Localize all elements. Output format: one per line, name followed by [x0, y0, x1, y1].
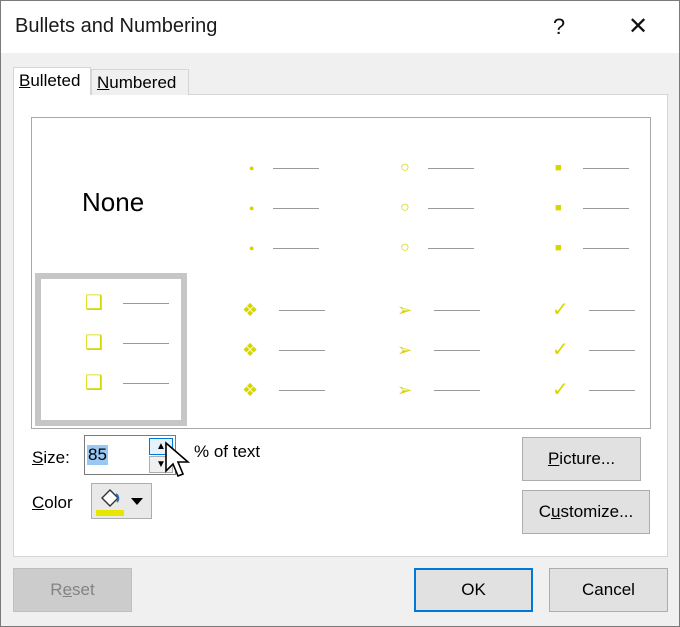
square-icon: ■	[555, 162, 562, 174]
bullet-preview-row: ➢	[392, 300, 542, 320]
bullet-style-square[interactable]: ■ ■ ■	[547, 138, 680, 288]
bullet-gallery: None ● ● ● ○ ○ ○ ■ ■ ■ ❑ ❑ ❑ ❖ ❖ ❖ ➢ ➢ ➢ ✓ ✓ ✓	[31, 117, 651, 429]
placeholder-text-line	[428, 248, 474, 249]
hollow-circle-icon: ○	[400, 199, 410, 216]
reset-button[interactable]: Reset	[13, 568, 132, 612]
four-diamond-icon: ❖	[242, 340, 259, 360]
shadowed-square-icon: ❑	[85, 292, 103, 314]
hollow-circle-icon: ○	[400, 239, 410, 256]
bullet-preview-row: ❖	[237, 380, 387, 400]
bullet-style-none[interactable]: None	[37, 123, 227, 273]
bullet-preview-row: ✓	[547, 300, 680, 320]
placeholder-text-line	[273, 248, 319, 249]
close-button[interactable]: ✕	[619, 11, 657, 43]
placeholder-text-line	[279, 310, 325, 311]
placeholder-text-line	[589, 350, 635, 351]
size-spinner[interactable]: 85 ▲ ▼	[84, 435, 176, 475]
placeholder-text-line	[123, 383, 169, 384]
four-diamond-icon: ❖	[242, 380, 259, 400]
shadowed-square-icon: ❑	[85, 332, 103, 354]
bullet-preview-row: ○	[392, 238, 542, 258]
placeholder-text-line	[589, 390, 635, 391]
bullet-preview-row: ●	[237, 198, 387, 218]
placeholder-text-line	[434, 310, 480, 311]
bullet-preview-row: ❑	[41, 333, 191, 353]
bullet-preview-row: ●	[237, 238, 387, 258]
checkmark-icon: ✓	[552, 299, 569, 321]
bullet-style-shadowed-square[interactable]: ❑ ❑ ❑	[35, 273, 187, 426]
placeholder-text-line	[434, 350, 480, 351]
placeholder-text-line	[589, 310, 635, 311]
arrowhead-icon: ➢	[397, 300, 413, 320]
checkmark-icon: ✓	[552, 379, 569, 401]
placeholder-text-line	[123, 343, 169, 344]
bullet-preview-row: ➢	[392, 380, 542, 400]
four-diamond-icon: ❖	[242, 300, 259, 320]
bullet-preview-row: ○	[392, 158, 542, 178]
ok-button[interactable]: OK	[414, 568, 533, 612]
placeholder-text-line	[273, 208, 319, 209]
tab-numbered[interactable]: Numbered	[91, 69, 189, 95]
bullet-style-hollow-circle[interactable]: ○ ○ ○	[392, 138, 542, 288]
placeholder-text-line	[434, 390, 480, 391]
bullet-preview-row: ✓	[547, 340, 680, 360]
bullet-style-small-dot[interactable]: ● ● ●	[237, 138, 387, 288]
placeholder-text-line	[123, 303, 169, 304]
placeholder-text-line	[583, 168, 629, 169]
customize-button[interactable]: Customize...	[522, 490, 650, 534]
title-bar: Bullets and Numbering ? ✕	[1, 1, 679, 53]
color-label: Color	[32, 493, 73, 512]
help-button[interactable]: ?	[541, 11, 577, 43]
bullets-numbering-dialog: Bullets and Numbering ? ✕ Bulleted Numbe…	[0, 0, 680, 627]
arrowhead-icon: ➢	[397, 340, 413, 360]
placeholder-text-line	[273, 168, 319, 169]
bullet-preview-row: ■	[547, 198, 680, 218]
bullet-style-four-diamond[interactable]: ❖ ❖ ❖	[237, 278, 387, 428]
size-label: Size:	[32, 448, 70, 467]
square-icon: ■	[555, 202, 562, 214]
bullet-preview-row: ➢	[392, 340, 542, 360]
placeholder-text-line	[428, 168, 474, 169]
tab-bulleted[interactable]: Bulleted	[13, 67, 91, 95]
cancel-button[interactable]: Cancel	[549, 568, 668, 612]
bullet-style-arrowhead[interactable]: ➢ ➢ ➢	[392, 278, 542, 428]
shadowed-square-icon: ❑	[85, 372, 103, 394]
placeholder-text-line	[279, 350, 325, 351]
placeholder-text-line	[428, 208, 474, 209]
placeholder-text-line	[279, 390, 325, 391]
bullet-preview-row: ❑	[41, 293, 191, 313]
bullet-style-checkmark[interactable]: ✓ ✓ ✓	[547, 278, 680, 428]
bullet-preview-row: ✓	[547, 380, 680, 400]
placeholder-text-line	[583, 248, 629, 249]
mouse-pointer-icon	[165, 441, 190, 478]
bullet-preview-row: ❖	[237, 340, 387, 360]
percent-of-text-label: % of text	[194, 442, 261, 461]
small-dot-icon: ●	[249, 203, 255, 213]
placeholder-text-line	[583, 208, 629, 209]
picture-button[interactable]: Picture...	[522, 437, 641, 481]
hollow-circle-icon: ○	[400, 159, 410, 176]
bullet-preview-row: ❖	[237, 300, 387, 320]
small-dot-icon: ●	[249, 243, 255, 253]
none-label: None	[82, 187, 145, 217]
checkmark-icon: ✓	[552, 339, 569, 361]
size-input[interactable]: 85	[87, 445, 108, 465]
square-icon: ■	[555, 242, 562, 254]
dialog-title: Bullets and Numbering	[15, 15, 218, 37]
bullet-preview-row: ■	[547, 158, 680, 178]
small-dot-icon: ●	[249, 163, 255, 173]
bullet-preview-row: ■	[547, 238, 680, 258]
color-picker-button[interactable]	[91, 483, 152, 519]
bullet-preview-row: ❑	[41, 373, 191, 393]
paint-bucket-icon	[96, 489, 143, 516]
arrowhead-icon: ➢	[397, 380, 413, 400]
bullet-preview-row: ○	[392, 198, 542, 218]
bullet-preview-row: ●	[237, 158, 387, 178]
